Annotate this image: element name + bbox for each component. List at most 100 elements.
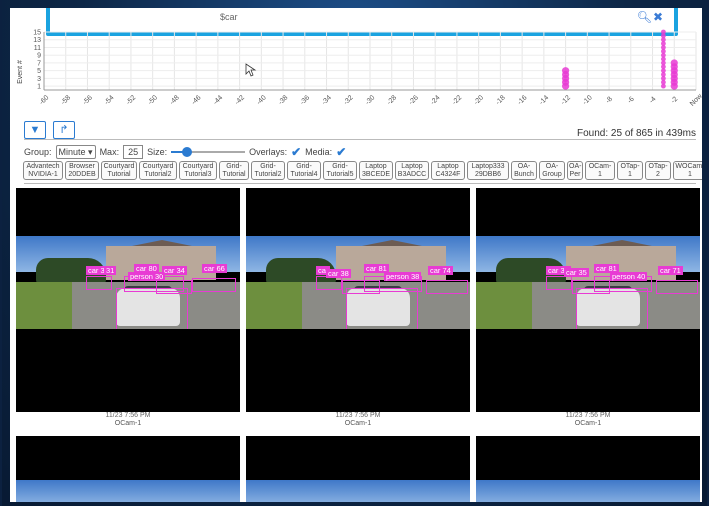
camera-chip-label: Grid- bbox=[260, 162, 276, 170]
camera-chip-label: 1 bbox=[688, 170, 692, 178]
camera-snapshot-image: car car 38 car 81 person 38 car 74 bbox=[246, 236, 470, 329]
result-card[interactable] bbox=[16, 436, 240, 502]
detection-box bbox=[316, 276, 342, 290]
x-tick-label: -6 bbox=[626, 96, 635, 105]
data-point bbox=[661, 29, 666, 35]
camera-filter-chip[interactable]: Grid- Tutorial bbox=[219, 161, 249, 180]
search-input[interactable]: $car bbox=[220, 12, 238, 22]
size-label: Size: bbox=[147, 147, 168, 157]
camera-chip-label: Tutorial4 bbox=[290, 170, 318, 178]
camera-filter-chip[interactable]: OA- Bunch bbox=[511, 161, 537, 180]
result-timestamp: 11/23 7:56 PM bbox=[565, 412, 611, 419]
camera-chip-label: 20DDEB bbox=[68, 170, 96, 178]
max-label: Max: bbox=[99, 147, 120, 157]
detection-label: person 38 bbox=[384, 272, 422, 281]
app-screen: $car 🔍︎✖ Event # 15 13 11 9 7 5 3 1 -60 -58 -56 -5… bbox=[10, 8, 702, 502]
group-select[interactable]: Minute ▾ bbox=[55, 145, 96, 159]
detection-box bbox=[116, 288, 188, 329]
camera-filter-chip[interactable]: Grid- Tutorial4 bbox=[287, 161, 321, 180]
chart-points bbox=[562, 29, 678, 90]
camera-filter-chip[interactable]: Advantech NVIDIA-1 bbox=[23, 161, 63, 180]
camera-filter-chip[interactable]: Laptop C4324F bbox=[431, 161, 465, 180]
overlays-check-icon[interactable]: ✔ bbox=[291, 145, 301, 159]
x-tick-label: -18 bbox=[495, 94, 507, 106]
camera-chip-label: Laptop bbox=[401, 162, 423, 170]
camera-chip-label: Advantech bbox=[26, 162, 60, 170]
camera-filter-chip[interactable]: Browser 20DDEB bbox=[65, 161, 99, 180]
detection-label: car 71 bbox=[658, 266, 683, 275]
y-tick-label: 7 bbox=[37, 60, 41, 67]
camera-filter-chip[interactable]: OTap- 2 bbox=[645, 161, 671, 180]
camera-chip-label: Tutorial3 bbox=[184, 170, 212, 178]
share-icon[interactable]: ↱ bbox=[53, 121, 75, 139]
camera-chip-label: Grid- bbox=[226, 162, 242, 170]
y-tick-label: 9 bbox=[37, 53, 41, 60]
x-tick-label: -58 bbox=[60, 94, 72, 106]
chart-grid bbox=[43, 31, 697, 91]
detection-label: person 40 bbox=[610, 272, 648, 281]
result-card[interactable] bbox=[246, 436, 470, 502]
result-card[interactable]: car 34 car 35 car 81 person 40 car 71 bbox=[476, 188, 700, 412]
y-tick-label: 15 bbox=[33, 30, 41, 37]
camera-chip-label: Laptop bbox=[437, 162, 459, 170]
result-timestamp: 11/23 7:56 PM bbox=[105, 412, 151, 419]
slider-thumb[interactable] bbox=[182, 147, 193, 157]
camera-filter-chip[interactable]: Grid- Tutorial5 bbox=[323, 161, 357, 180]
camera-chip-label: Browser bbox=[69, 162, 95, 170]
y-tick-label: 3 bbox=[37, 76, 41, 83]
detection-label: person 30 bbox=[128, 272, 166, 281]
chart-ylabel: Event # bbox=[17, 60, 24, 84]
camera-filter-chip[interactable]: WOCam- 1 bbox=[673, 161, 702, 180]
y-tick-label: 5 bbox=[37, 68, 41, 75]
detection-label: car 35 bbox=[564, 268, 589, 277]
size-slider[interactable] bbox=[171, 147, 246, 157]
event-timeline-chart[interactable]: Event # 15131197531 -60 -58 -56 -54 -52 -50 -4… bbox=[10, 28, 702, 120]
result-card[interactable]: car 30 31 car 80 person 30 car 34 car 66 bbox=[16, 188, 240, 412]
x-tick-label: -12 bbox=[560, 94, 572, 106]
x-tick-label: -4 bbox=[648, 96, 657, 105]
camera-chip-label: 2 bbox=[656, 170, 660, 178]
x-tick-label: -22 bbox=[451, 94, 463, 106]
camera-filter-chip[interactable]: Courtyard Tutorial bbox=[101, 161, 137, 180]
camera-chip-label: Tutorial5 bbox=[326, 170, 354, 178]
x-tick-label: -24 bbox=[429, 94, 441, 106]
camera-snapshot-image: car 30 31 car 80 person 30 car 34 car 66 bbox=[16, 236, 240, 329]
camera-filter-chip[interactable]: Laptop333 29DBB6 bbox=[467, 161, 509, 180]
max-input[interactable]: 25 bbox=[123, 145, 144, 159]
result-camera-name[interactable]: OCam-1 bbox=[246, 420, 470, 428]
x-tick-label: Now bbox=[689, 92, 702, 108]
camera-filter-chip[interactable]: Laptop 3BCEDE bbox=[359, 161, 393, 180]
camera-filter-chip[interactable]: OA- Per bbox=[567, 161, 583, 180]
camera-chip-label: B3ADCC bbox=[397, 170, 427, 178]
filter-icon[interactable]: ▼ bbox=[24, 121, 46, 139]
camera-chip-label: 1 bbox=[628, 170, 632, 178]
camera-filter-chip[interactable]: OA- Group bbox=[539, 161, 565, 180]
camera-chip-label: Courtyard bbox=[103, 162, 135, 170]
detection-label: car 66 bbox=[202, 264, 227, 273]
detection-box bbox=[426, 280, 468, 294]
camera-chip-label: Grid- bbox=[332, 162, 348, 170]
camera-filter-chip[interactable]: Courtyard Tutorial3 bbox=[179, 161, 217, 180]
camera-filter-chip[interactable]: OCam- 1 bbox=[585, 161, 615, 180]
camera-filter-chip[interactable]: Laptop B3ADCC bbox=[395, 161, 429, 180]
x-tick-label: -56 bbox=[82, 94, 94, 106]
detection-box bbox=[346, 288, 418, 329]
camera-filter-chip[interactable]: Grid- Tutorial2 bbox=[251, 161, 285, 180]
data-point bbox=[670, 59, 678, 67]
result-camera-name[interactable]: OCam-1 bbox=[16, 420, 240, 428]
camera-chip-label: Tutorial2 bbox=[254, 170, 282, 178]
x-tick-label: -26 bbox=[408, 94, 420, 106]
search-icon[interactable]: 🔍︎ bbox=[637, 10, 653, 24]
result-card[interactable] bbox=[476, 436, 700, 502]
y-tick-label: 11 bbox=[34, 45, 41, 52]
media-check-icon[interactable]: ✔ bbox=[336, 145, 346, 159]
x-tick-label: -30 bbox=[364, 94, 376, 106]
clear-icon[interactable]: ✖ bbox=[653, 10, 664, 24]
camera-filter-chip[interactable]: Courtyard Tutorial2 bbox=[139, 161, 177, 180]
result-camera-name[interactable]: OCam-1 bbox=[476, 420, 700, 428]
camera-filter-chip[interactable]: OTap- 1 bbox=[617, 161, 643, 180]
camera-chip-label: OA- bbox=[517, 162, 531, 170]
result-card[interactable]: car car 38 car 81 person 38 car 74 bbox=[246, 188, 470, 412]
x-tick-label: -60 bbox=[38, 94, 50, 106]
x-tick-label: -10 bbox=[582, 94, 594, 106]
